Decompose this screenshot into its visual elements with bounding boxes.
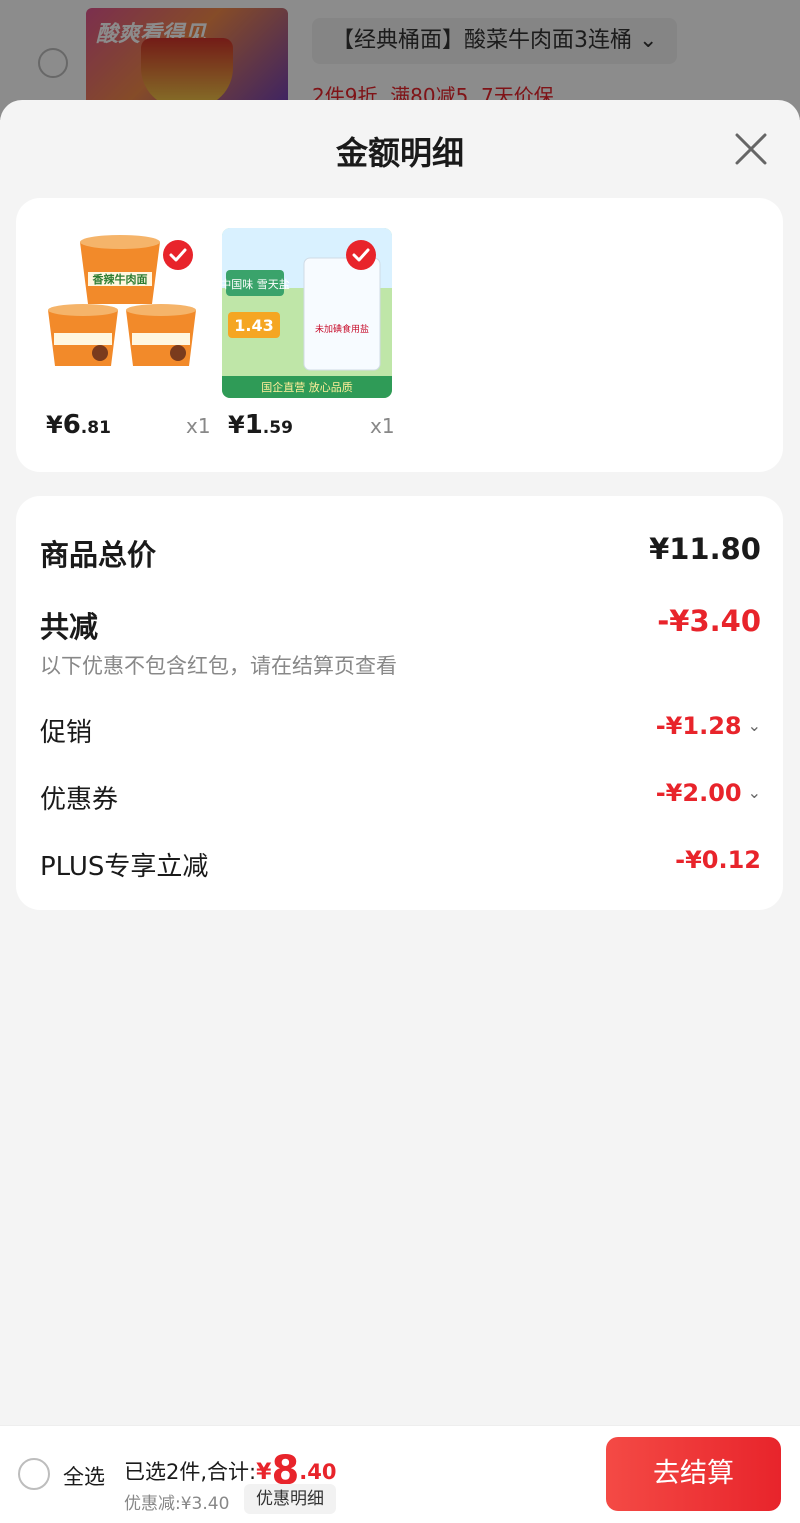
product-price: ¥1.59 — [228, 410, 293, 440]
svg-text:未加碘食用盐: 未加碘食用盐 — [315, 323, 369, 335]
promotion-label: 促销 — [40, 718, 93, 748]
close-icon[interactable] — [734, 132, 768, 166]
svg-text:香辣牛肉面: 香辣牛肉面 — [92, 272, 148, 286]
selected-count-text: 已选2件,合计: — [124, 1460, 257, 1484]
select-all-label[interactable]: 全选 — [63, 1461, 105, 1491]
product-quantity: x1 — [370, 414, 395, 438]
total-currency: ¥ — [256, 1460, 272, 1485]
chevron-down-icon[interactable]: ⌄ — [748, 716, 761, 735]
total-reduce-value: -¥3.40 — [657, 604, 761, 638]
total-price-label: 商品总价 — [40, 538, 157, 572]
promotion-value-wrap[interactable]: -¥1.28 ⌄ — [656, 712, 761, 740]
checked-icon — [163, 240, 193, 270]
total-price-value: ¥11.80 — [649, 532, 761, 566]
reduce-note: 以下优惠不包含红包，请在结算页查看 — [40, 654, 397, 678]
chevron-down-icon[interactable]: ⌄ — [748, 783, 761, 802]
amount-detail-sheet: 金额明细 香辣牛肉面 ¥6.81 x1 中国味 雪天盐 1.43 未加碘食用盐 … — [0, 100, 800, 1425]
sheet-title: 金额明细 — [335, 134, 464, 172]
svg-text:国企直营 放心品质: 国企直营 放心品质 — [261, 380, 353, 394]
total-decimal: .40 — [299, 1460, 337, 1484]
discount-amount: 优惠减:¥3.40 — [124, 1494, 230, 1514]
plus-reduce-value: -¥0.12 — [675, 846, 761, 874]
product-quantity: x1 — [186, 414, 211, 438]
price-summary-card: 商品总价 ¥11.80 共减 -¥3.40 以下优惠不包含红包，请在结算页查看 … — [16, 496, 783, 910]
coupon-label: 优惠券 — [40, 785, 119, 815]
svg-text:中国味 雪天盐: 中国味 雪天盐 — [222, 278, 290, 291]
svg-text:1.43: 1.43 — [234, 316, 273, 335]
discount-detail-button[interactable]: 优惠明细 — [244, 1484, 336, 1514]
checkout-bar: 全选 已选2件,合计:¥8.40 优惠减:¥3.40 优惠明细 去结算 — [0, 1425, 800, 1523]
selected-products-card: 香辣牛肉面 ¥6.81 x1 中国味 雪天盐 1.43 未加碘食用盐 国企直营 … — [16, 198, 783, 472]
coupon-value-wrap[interactable]: -¥2.00 ⌄ — [656, 779, 761, 807]
select-all-radio[interactable] — [18, 1458, 50, 1490]
product-price: ¥6.81 — [46, 410, 111, 440]
checked-icon — [346, 240, 376, 270]
promotion-value: -¥1.28 — [655, 712, 742, 740]
plus-reduce-label: PLUS专享立减 — [40, 852, 209, 882]
total-reduce-label: 共减 — [40, 610, 99, 644]
checkout-button[interactable]: 去结算 — [606, 1437, 781, 1511]
coupon-value: -¥2.00 — [655, 779, 742, 807]
